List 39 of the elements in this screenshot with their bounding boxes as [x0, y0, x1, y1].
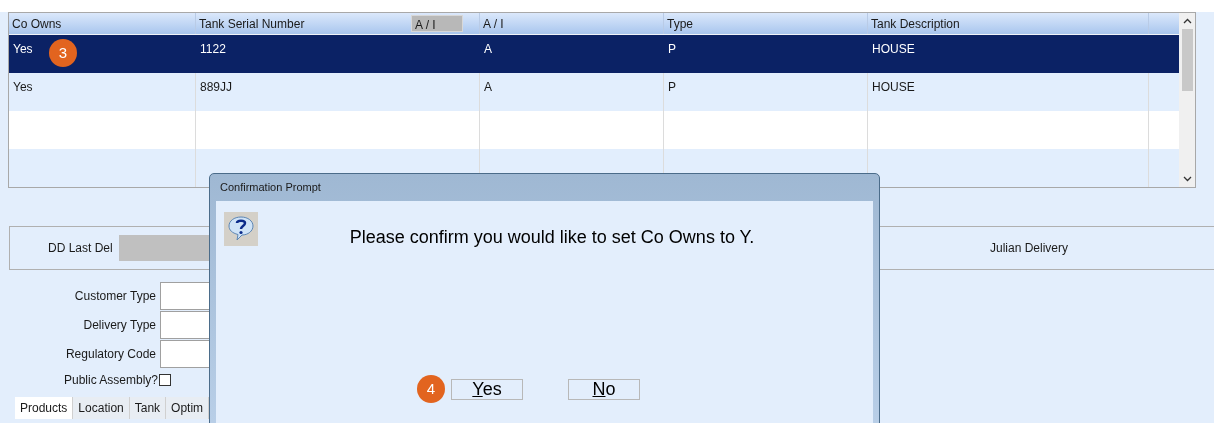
table-row[interactable]: Yes 3 1122 A P HOUSE	[9, 35, 1179, 73]
column-header[interactable]: Tank Serial Number A / I	[196, 13, 480, 34]
scroll-down-icon[interactable]	[1182, 176, 1192, 182]
field-label: Customer Type	[74, 287, 156, 305]
column-header[interactable]: Co Owns	[9, 13, 196, 34]
step-badge: 4	[417, 375, 445, 403]
field-label: Regulatory Code	[65, 345, 156, 363]
table-cell: A	[484, 42, 492, 56]
field-label: DD Last Del	[48, 240, 113, 257]
table-cell: 889JJ	[200, 80, 233, 94]
step-badge: 3	[49, 39, 77, 67]
table-cell: P	[668, 80, 676, 94]
table-cell: 1122	[200, 42, 226, 56]
tab[interactable]: Location	[73, 397, 130, 419]
column-header[interactable]: Type	[664, 13, 868, 34]
tab[interactable]: Optim	[166, 397, 210, 419]
dialog-button[interactable]: Yes	[451, 379, 523, 400]
scrollbar[interactable]	[1179, 13, 1195, 187]
field-label: Julian Delivery	[989, 240, 1068, 257]
scroll-up-icon[interactable]	[1182, 18, 1192, 24]
dialog-title: Confirmation Prompt	[220, 180, 321, 196]
column-tag: A / I	[411, 15, 463, 32]
field-label: Delivery Type	[83, 316, 156, 334]
table-cell: A	[484, 80, 492, 94]
checkbox-label: Public Assembly?	[64, 372, 159, 389]
dialog-message: Please confirm you would like to set Co Owns to Y.	[349, 226, 755, 249]
table-cell: HOUSE	[872, 80, 915, 94]
dialog-button[interactable]: No	[568, 379, 640, 400]
tab[interactable]: Tank	[129, 397, 167, 419]
column-header[interactable]: A / I	[480, 13, 664, 34]
table-cell: HOUSE	[872, 42, 915, 56]
scroll-thumb[interactable]	[1181, 29, 1193, 91]
table-cell: P	[668, 42, 676, 56]
column-header[interactable]: Tank Description	[868, 13, 1149, 34]
tab[interactable]: Products	[15, 397, 74, 419]
table-cell: Yes	[13, 80, 33, 94]
table-cell: Yes	[13, 42, 33, 56]
checkbox[interactable]	[159, 374, 172, 386]
question-icon	[224, 212, 258, 246]
